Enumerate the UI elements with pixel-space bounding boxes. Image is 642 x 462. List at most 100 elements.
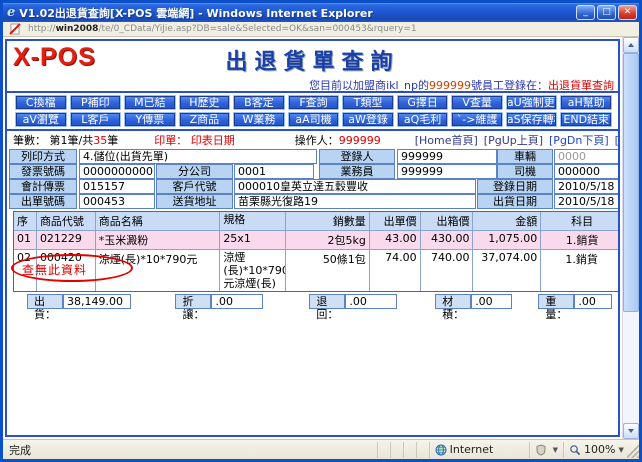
phishing-filter[interactable]: ▼ (529, 442, 563, 458)
button-query[interactable]: F查詢 (288, 95, 340, 110)
button-product[interactable]: Z商品 (179, 112, 231, 127)
scroll-down-button[interactable] (623, 423, 639, 439)
button-customer[interactable]: L客戶 (70, 112, 122, 127)
button-voucher[interactable]: Y傳票 (124, 112, 176, 127)
header-spec: 規格 (220, 212, 286, 230)
order-no-field[interactable]: 000453 (79, 194, 155, 209)
login-date-label: 登錄日期 (477, 179, 553, 194)
weight-label: 重量： (538, 294, 574, 309)
vertical-scrollbar[interactable] (622, 37, 639, 439)
button-margin[interactable]: aQ毛利 (397, 112, 449, 127)
customer-label: 客戶代號 (156, 179, 233, 194)
ship-total-label: 出貨： (27, 294, 63, 309)
totals-bar: 出貨： 38,149.00 折讓： .00 退回： .00 材積： .00 重量… (13, 294, 612, 309)
shield-icon (535, 444, 547, 456)
address-bar[interactable]: http://win2008/te/0_CData/YiJie.asp?DB=s… (3, 22, 639, 37)
dropdown-arrow-icon: ▼ (618, 446, 623, 454)
content-area: X-POS 出退貨單查詢 您目前以加盟商ikl_np的999999號員工登錄在：… (3, 37, 639, 439)
minimize-button[interactable]: _ (576, 5, 595, 20)
resize-grip[interactable] (627, 442, 639, 458)
cell-qty: 50條1包 (286, 250, 370, 291)
cell-unit-price: 74.00 (370, 250, 421, 291)
salesman-field[interactable]: 999999 (397, 164, 497, 179)
order-no-label: 出單號碼 (9, 194, 77, 209)
link-pgup[interactable]: [PgUp上頁] (484, 132, 543, 148)
print-info: 印單： 印表日期 (154, 132, 235, 148)
button-custom[interactable]: B客定 (233, 95, 285, 110)
vehicle-field[interactable]: 0000 (554, 149, 620, 164)
table-row[interactable]: 02 000420 涼煙(長)*10*790元 涼煙(長)*10*790元涼煙(… (14, 250, 620, 291)
scroll-up-button[interactable] (623, 37, 639, 53)
login-info: 您目前以加盟商ikl_np的999999號員工登錄在：出退貨單查詢 (7, 77, 618, 91)
table-row[interactable]: 01 021229 *玉米澱粉 25x1 2包5kg 43.00 430.00 … (14, 231, 620, 250)
button-type[interactable]: T類型 (342, 95, 394, 110)
ship-date-field[interactable]: 2010/5/18 (554, 194, 620, 209)
invoice-no-label: 發票號碼 (9, 164, 77, 179)
button-reprint[interactable]: P補印 (70, 95, 122, 110)
branch-label: 分公司 (156, 164, 233, 179)
button-browse[interactable]: aV瀏覽 (15, 112, 67, 127)
cell-subject: 1.銷貨 (541, 231, 620, 249)
header-subject: 科目 (541, 212, 620, 230)
ie-icon: e (7, 5, 15, 20)
button-sales[interactable]: W業務 (233, 112, 285, 127)
button-driver[interactable]: aA司機 (288, 112, 340, 127)
title-bar: e V1.02出退貨查詢[X-POS 雲端網] - Windows Intern… (3, 3, 639, 22)
not-found-annotation: 查無此資料 (22, 261, 87, 278)
header-seq: 序 (14, 212, 37, 230)
window-title: V1.02出退貨查詢[X-POS 雲端網] - Windows Internet… (19, 5, 574, 21)
close-button[interactable]: ✕ (618, 5, 637, 20)
dropdown-arrow-icon: ▼ (553, 446, 558, 454)
header-qty: 銷數量 (286, 212, 370, 230)
page-header: X-POS 出退貨單查詢 (7, 41, 618, 77)
button-login[interactable]: aW登錄 (342, 112, 394, 127)
link-home[interactable]: [Home首頁] (415, 132, 478, 148)
button-check-qty[interactable]: V查量 (451, 95, 503, 110)
ship-total-value: 38,149.00 (63, 294, 131, 309)
maximize-button[interactable]: □ (597, 5, 616, 20)
print-mode-field[interactable]: 4.儲位(出貨先單) (79, 149, 317, 164)
button-maintain[interactable]: `->維護 (451, 112, 503, 127)
url-text: http://win2008/te/0_CData/YiJie.asp?DB=s… (28, 24, 417, 34)
link-end[interactable]: [End尾頁] (615, 132, 620, 148)
login-user-field[interactable]: 999999 (397, 149, 497, 164)
scroll-track[interactable] (623, 53, 639, 423)
address-field[interactable]: 苗栗縣光復路19 (234, 194, 476, 209)
button-help[interactable]: aH幫助 (560, 95, 612, 110)
status-segment (403, 442, 416, 458)
header-name: 商品名稱 (96, 212, 221, 230)
items-table: 序 商品代號 商品名稱 規格 銷數量 出單價 出箱價 金額 科目 01 0212… (13, 211, 620, 292)
volume-value: .00 (471, 294, 512, 309)
return-value: .00 (345, 294, 397, 309)
header-code: 商品代號 (37, 212, 96, 230)
cell-qty: 2包5kg (286, 231, 370, 249)
driver-field[interactable]: 000000 (554, 164, 620, 179)
driver-label: 司機 (497, 164, 553, 179)
operator: 操作人：999999 (295, 132, 381, 148)
voucher-field[interactable]: 015157 (79, 179, 155, 194)
button-end[interactable]: END結束 (560, 112, 612, 127)
order-form: 列印方式 4.儲位(出貨先單) 登錄人 999999 車輛 0000 發票號碼 … (7, 149, 618, 210)
button-closed[interactable]: M已結 (124, 95, 176, 110)
branch-field[interactable]: 0001 (234, 164, 314, 179)
cell-unit-price: 43.00 (370, 231, 421, 249)
cell-box-price: 740.00 (421, 250, 474, 291)
cell-name: *玉米澱粉 (96, 231, 221, 249)
magnifier-icon (569, 444, 581, 456)
button-force-edit[interactable]: aU強制更改 (506, 95, 558, 110)
weight-value: .00 (574, 294, 612, 309)
scroll-thumb[interactable] (623, 53, 639, 312)
link-pgdn[interactable]: [PgDn下頁] (549, 132, 609, 148)
discount-label: 折讓： (175, 294, 211, 309)
zoom-control[interactable]: 100% ▼ (563, 442, 627, 458)
address-label: 送貨地址 (156, 194, 233, 209)
vehicle-label: 車輛 (497, 149, 553, 164)
button-save-export[interactable]: aS保存轉檔 (506, 112, 558, 127)
print-mode-label: 列印方式 (9, 149, 77, 164)
button-history[interactable]: H歷史 (179, 95, 231, 110)
customer-field[interactable]: 000010皇英立達五穀豐收 (234, 179, 476, 194)
button-pick-date[interactable]: G擇日 (397, 95, 449, 110)
invoice-no-field[interactable]: 0000000000 (79, 164, 155, 179)
login-date-field[interactable]: 2010/5/18 (554, 179, 620, 194)
button-change-file[interactable]: C換檔 (15, 95, 67, 110)
